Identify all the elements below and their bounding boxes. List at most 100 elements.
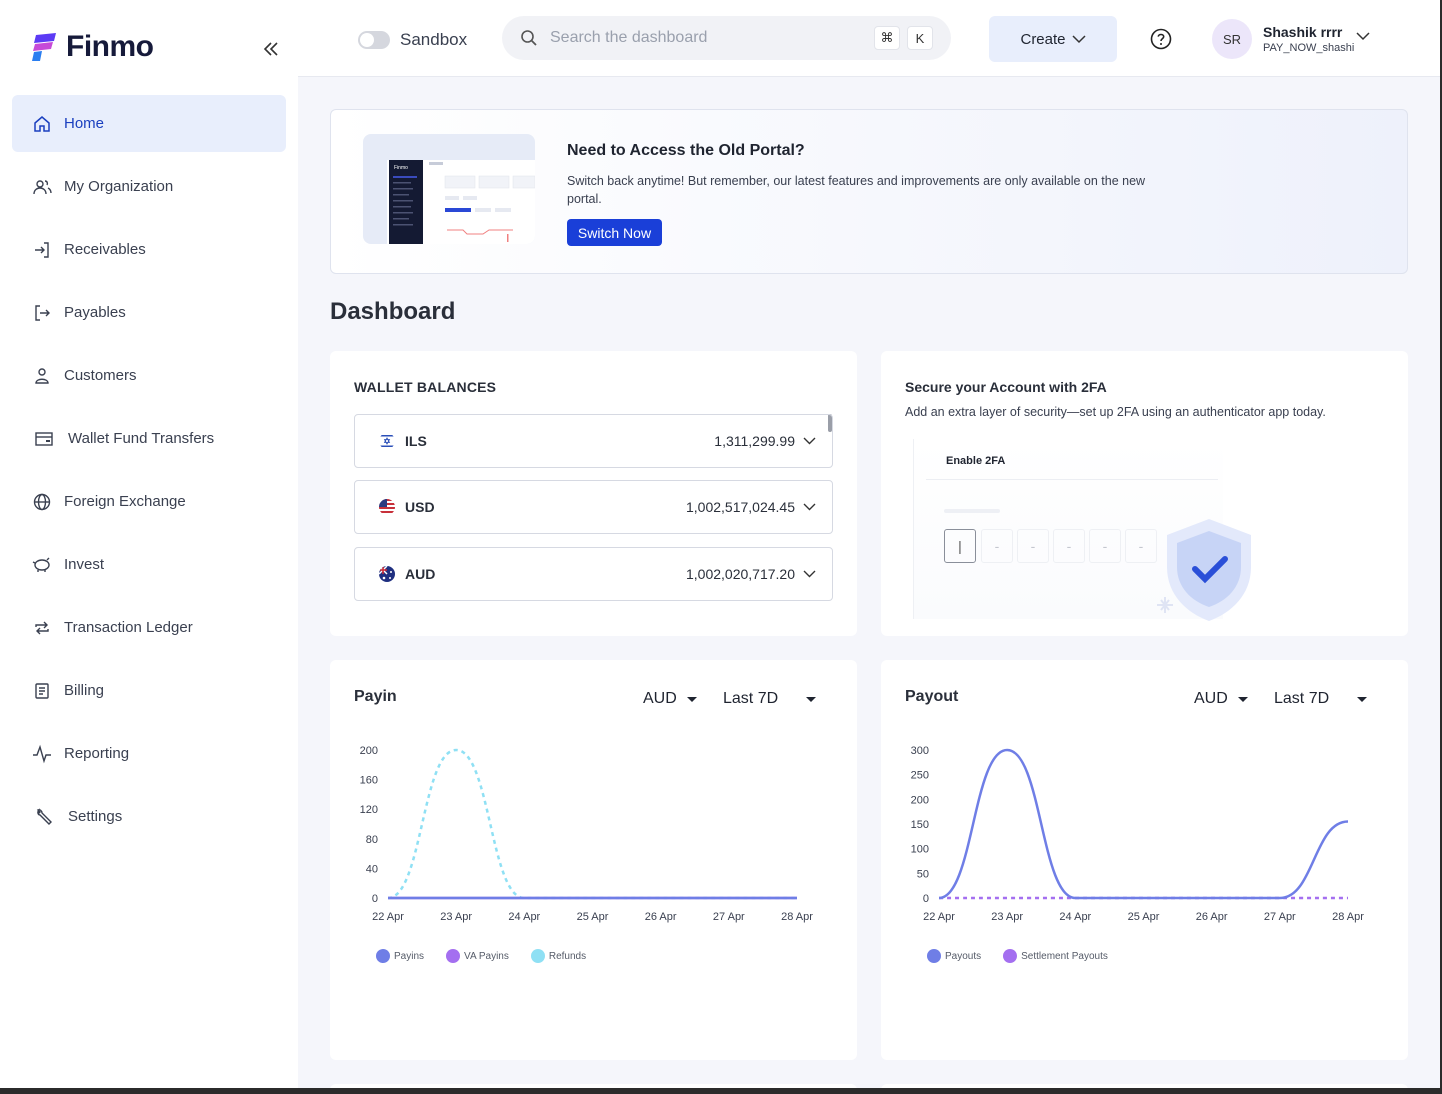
receipt-icon xyxy=(35,682,49,699)
sidebar-item-label: Transaction Ledger xyxy=(64,619,193,636)
legend-refunds[interactable]: Refunds xyxy=(530,949,587,963)
payin-chart-card: Payin AUD Last 7D 0 40 80 120 160 200 22 Apr 23… xyxy=(330,660,857,1060)
legend-payins[interactable]: Payins xyxy=(376,949,424,963)
payin-period-select[interactable]: Last 7D xyxy=(723,690,817,708)
old-portal-thumbnail: Finmo xyxy=(363,134,535,244)
series-line-refunds xyxy=(387,748,797,900)
piggy-bank-icon xyxy=(32,557,50,572)
code-slot: - xyxy=(1053,529,1085,563)
legend-payouts[interactable]: Payouts xyxy=(927,949,981,963)
sidebar-item-payables[interactable]: Payables xyxy=(12,284,286,341)
x-tick-label: 28 Apr xyxy=(1332,911,1364,923)
legend-label: Settlement Payouts xyxy=(1021,950,1108,962)
user-info[interactable]: Shashik rrrr PAY_NOW_shashi xyxy=(1263,24,1354,54)
sidebar-item-receivables[interactable]: Receivables xyxy=(12,221,286,278)
sidebar-item-home[interactable]: Home xyxy=(12,95,286,152)
finmo-logo-icon xyxy=(32,33,56,61)
collapse-sidebar-button[interactable] xyxy=(260,38,282,60)
wallet-amount: 1,311,299.99 xyxy=(714,433,795,449)
sidebar-item-my-organization[interactable]: My Organization xyxy=(12,158,286,215)
sidebar-item-invest[interactable]: Invest xyxy=(12,536,286,593)
page-title: Dashboard xyxy=(330,298,456,325)
y-tick-label: 200 xyxy=(911,794,929,806)
sidebar-item-transaction-ledger[interactable]: Transaction Ledger xyxy=(12,599,286,656)
legend-settlement-payouts[interactable]: Settlement Payouts xyxy=(1003,949,1108,963)
x-tick-label: 27 Apr xyxy=(1264,911,1296,923)
legend-swatch xyxy=(446,949,461,963)
legend-swatch xyxy=(530,949,545,963)
y-tick-label: 120 xyxy=(360,804,378,816)
thumb-logo-text: Finmo xyxy=(394,165,408,171)
search-input[interactable] xyxy=(550,29,850,47)
x-tick-label: 26 Apr xyxy=(1196,911,1228,923)
user-icon xyxy=(35,367,49,384)
sidebar-item-foreign-exchange[interactable]: Foreign Exchange xyxy=(12,473,286,530)
payout-period-select[interactable]: Last 7D xyxy=(1274,690,1368,708)
x-tick-label: 22 Apr xyxy=(923,911,955,923)
finmo-logo[interactable]: Finmo xyxy=(32,30,154,64)
switch-now-button[interactable]: Switch Now xyxy=(567,219,662,246)
wallet-row-ils[interactable]: ILS 1,311,299.99 xyxy=(354,414,833,468)
legend-label: Refunds xyxy=(548,950,587,962)
x-tick-label: 25 Apr xyxy=(1128,911,1160,923)
sign-in-icon xyxy=(35,241,49,258)
payin-line-chart: 0 40 80 120 160 200 22 Apr 23 Apr 24 Apr 25 Apr 26… xyxy=(360,745,814,923)
y-tick-label: 50 xyxy=(917,868,929,880)
series-line-payouts xyxy=(938,748,1349,900)
payin-currency-select[interactable]: AUD xyxy=(643,690,697,708)
twofa-illustration: Enable 2FA | - - - - - xyxy=(913,439,1251,621)
legend-label: Payouts xyxy=(945,950,982,962)
payout-currency-value: AUD xyxy=(1194,690,1228,707)
banner-text: Switch back anytime! But remember, our l… xyxy=(567,174,1146,206)
y-tick-label: 160 xyxy=(360,775,378,787)
home-icon xyxy=(34,115,50,132)
y-tick-label: 80 xyxy=(366,834,378,846)
sidebar-item-label: Receivables xyxy=(64,241,146,258)
code-slot: - xyxy=(981,529,1013,563)
user-menu-chevron-down-icon[interactable] xyxy=(1356,32,1370,41)
portal-preview-image: Finmo xyxy=(387,160,535,244)
sidebar-item-settings[interactable]: Settings xyxy=(12,788,286,845)
code-slot-active: | xyxy=(944,529,976,563)
help-icon[interactable] xyxy=(1150,28,1172,50)
y-tick-label: 150 xyxy=(911,819,929,831)
x-tick-label: 28 Apr xyxy=(781,911,813,923)
payout-currency-select[interactable]: AUD xyxy=(1194,690,1248,708)
chevron-down-icon xyxy=(803,503,816,511)
x-tick-label: 23 Apr xyxy=(991,911,1023,923)
twofa-title: Secure your Account with 2FA xyxy=(905,379,1107,395)
sidebar-item-customers[interactable]: Customers xyxy=(12,347,286,404)
sidebar-item-billing[interactable]: Billing xyxy=(12,662,286,719)
australia-flag-icon xyxy=(379,566,395,582)
search-bar[interactable]: ⌘ K xyxy=(502,16,951,60)
sidebar-item-label: Settings xyxy=(68,808,123,825)
sidebar-item-label: Wallet Fund Transfers xyxy=(68,430,215,447)
search-icon xyxy=(521,30,537,46)
sign-out-icon xyxy=(35,304,50,321)
sidebar-item-label: Foreign Exchange xyxy=(64,493,186,510)
israel-flag-icon xyxy=(379,433,395,449)
legend-va-payins[interactable]: VA Payins xyxy=(446,949,509,963)
avatar[interactable]: SR xyxy=(1212,19,1252,59)
wallet-row-usd[interactable]: USD 1,002,517,024.45 xyxy=(354,480,833,534)
window-frame-bottom xyxy=(0,1088,1442,1094)
wallet-icon xyxy=(35,431,53,446)
caret-down-icon xyxy=(806,696,817,702)
sidebar-item-label: Reporting xyxy=(64,745,130,762)
globe-icon xyxy=(33,493,51,510)
twofa-text: Add an extra layer of security—set up 2F… xyxy=(905,405,1326,419)
wallet-heading: WALLET BALANCES xyxy=(354,379,497,395)
logo-text: Finmo xyxy=(66,30,154,63)
y-tick-label: 250 xyxy=(911,770,929,782)
sandbox-toggle[interactable] xyxy=(358,31,390,49)
x-tick-label: 23 Apr xyxy=(440,911,472,923)
y-tick-label: 40 xyxy=(366,863,378,875)
create-button[interactable]: Create xyxy=(989,16,1117,62)
sidebar-item-wallet-fund-transfers[interactable]: Wallet Fund Transfers xyxy=(12,410,286,467)
y-tick-label: 0 xyxy=(372,893,378,905)
wallet-currency: ILS xyxy=(405,433,427,449)
wallet-row-aud[interactable]: AUD 1,002,020,717.20 xyxy=(354,547,833,601)
sidebar-item-reporting[interactable]: Reporting xyxy=(12,725,286,782)
caret-down-icon xyxy=(1237,696,1248,702)
shield-check-icon xyxy=(1157,519,1251,621)
